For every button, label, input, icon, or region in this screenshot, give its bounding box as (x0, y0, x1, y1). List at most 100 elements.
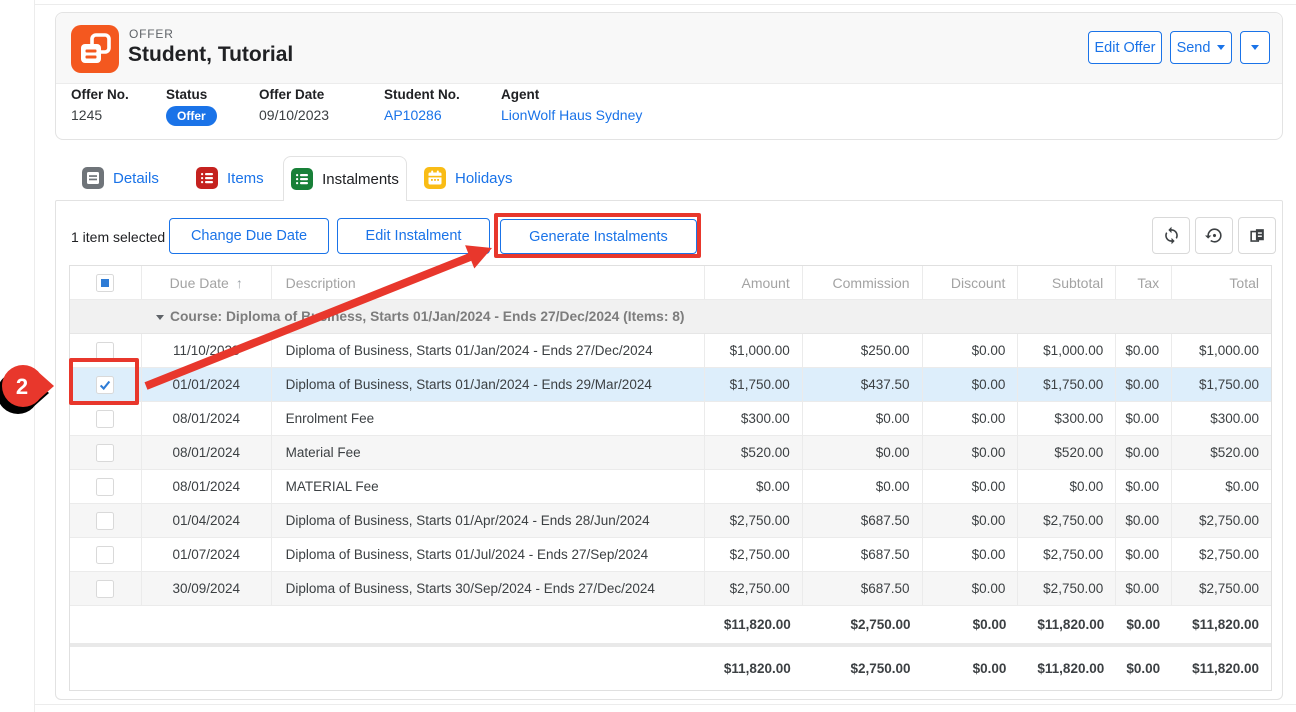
table-row[interactable]: 01/01/2024 Diploma of Business, Starts 0… (70, 368, 1271, 402)
agent-link[interactable]: LionWolf Haus Sydney (501, 107, 642, 123)
status-badge: Offer (166, 106, 217, 126)
instalments-panel: 1 item selected Change Due Date Edit Ins… (55, 200, 1283, 700)
sort-ascending-icon: ↑ (236, 275, 243, 291)
subtotal-cell: $0.00 (1018, 470, 1116, 504)
agent-field: Agent LionWolf Haus Sydney (501, 87, 642, 123)
annotation-step-number: 2 (16, 374, 28, 399)
course-group-row[interactable]: Course: Diploma of Business, Starts 01/J… (70, 300, 1271, 334)
history-icon (1205, 226, 1224, 245)
offer-date-label: Offer Date (259, 87, 329, 102)
list-icon (291, 168, 313, 190)
row-checkbox[interactable] (70, 436, 142, 470)
student-no-label: Student No. (384, 87, 460, 102)
total-cell: $1,750.00 (1172, 368, 1271, 402)
row-checkbox[interactable] (70, 334, 142, 368)
table-row[interactable]: 01/07/2024 Diploma of Business, Starts 0… (70, 538, 1271, 572)
list-icon (196, 167, 218, 189)
edit-instalment-button[interactable]: Edit Instalment (337, 218, 490, 254)
entity-label: OFFER (129, 27, 174, 41)
discount-cell: $0.00 (923, 402, 1019, 436)
due-date-cell: 01/01/2024 (142, 368, 272, 402)
table-row[interactable]: 08/01/2024 MATERIAL Fee $0.00 $0.00 $0.0… (70, 470, 1271, 504)
group-total-amount: $11,820.00 (705, 606, 803, 643)
subtotal-cell: $520.00 (1018, 436, 1116, 470)
due-date-cell: 01/07/2024 (142, 538, 272, 572)
group-total-tax: $0.00 (1116, 606, 1172, 643)
duplicate-view-button[interactable] (1238, 217, 1276, 254)
edit-instalment-label: Edit Instalment (366, 228, 462, 244)
page-title: Student, Tutorial (128, 43, 293, 67)
col-header-amount[interactable]: Amount (705, 266, 803, 300)
tab-items[interactable]: Items (196, 163, 264, 193)
tab-instalments[interactable]: Instalments (283, 156, 407, 201)
amount-cell: $1,000.00 (705, 334, 803, 368)
screen: OFFER Student, Tutorial Edit Offer Send … (0, 0, 1296, 712)
total-cell: $300.00 (1172, 402, 1271, 436)
discount-cell: $0.00 (923, 504, 1019, 538)
total-cell: $0.00 (1172, 470, 1271, 504)
table-row[interactable]: 01/04/2024 Diploma of Business, Starts 0… (70, 504, 1271, 538)
send-button[interactable]: Send (1170, 31, 1232, 64)
due-date-cell: 08/01/2024 (142, 402, 272, 436)
table-row[interactable]: 08/01/2024 Material Fee $520.00 $0.00 $0… (70, 436, 1271, 470)
more-actions-button[interactable] (1240, 31, 1270, 64)
history-button[interactable] (1195, 217, 1233, 254)
commission-cell: $250.00 (803, 334, 923, 368)
col-header-tax[interactable]: Tax (1116, 266, 1172, 300)
table-row[interactable]: 11/10/2023 Diploma of Business, Starts 0… (70, 334, 1271, 368)
table-row[interactable]: 08/01/2024 Enrolment Fee $300.00 $0.00 $… (70, 402, 1271, 436)
calendar-icon (424, 167, 446, 189)
tax-cell: $0.00 (1116, 436, 1172, 470)
row-checkbox[interactable] (70, 470, 142, 504)
row-checkbox[interactable] (70, 368, 142, 402)
due-date-cell: 30/09/2024 (142, 572, 272, 606)
subtotal-cell: $2,750.00 (1018, 504, 1116, 538)
student-no-link[interactable]: AP10286 (384, 107, 460, 123)
row-checkbox[interactable] (70, 572, 142, 606)
edit-offer-label: Edit Offer (1095, 40, 1156, 56)
description-cell: MATERIAL Fee (272, 470, 705, 504)
edit-offer-button[interactable]: Edit Offer (1088, 31, 1162, 64)
grand-total-discount: $0.00 (923, 647, 1019, 690)
due-date-cell: 11/10/2023 (142, 334, 272, 368)
due-date-cell: 08/01/2024 (142, 436, 272, 470)
group-total-total: $11,820.00 (1172, 606, 1271, 643)
student-no-field: Student No. AP10286 (384, 87, 460, 123)
bottom-divider (34, 704, 1296, 705)
tab-items-label: Items (227, 170, 264, 187)
row-checkbox[interactable] (70, 538, 142, 572)
tab-details[interactable]: Details (82, 163, 159, 193)
row-checkbox[interactable] (70, 402, 142, 436)
col-header-total[interactable]: Total (1172, 266, 1271, 300)
row-checkbox[interactable] (70, 504, 142, 538)
tab-holidays[interactable]: Holidays (424, 163, 513, 193)
amount-cell: $2,750.00 (705, 538, 803, 572)
chevron-down-icon (1251, 45, 1259, 50)
commission-cell: $437.50 (803, 368, 923, 402)
refresh-button[interactable] (1152, 217, 1190, 254)
offer-no-label: Offer No. (71, 87, 129, 102)
change-due-date-label: Change Due Date (191, 228, 307, 244)
offer-no-field: Offer No. 1245 (71, 87, 129, 123)
col-header-due-date[interactable]: Due Date↑ (142, 266, 272, 300)
col-header-subtotal[interactable]: Subtotal (1018, 266, 1116, 300)
group-total-subtotal: $11,820.00 (1018, 606, 1116, 643)
col-header-description[interactable]: Description (272, 266, 705, 300)
collapse-caret-icon[interactable] (156, 315, 164, 320)
amount-cell: $2,750.00 (705, 504, 803, 538)
table-row[interactable]: 30/09/2024 Diploma of Business, Starts 3… (70, 572, 1271, 606)
col-header-discount[interactable]: Discount (923, 266, 1019, 300)
generate-instalments-button[interactable]: Generate Instalments (500, 219, 697, 254)
annotation-step-pin: 2 (0, 365, 54, 414)
col-header-commission[interactable]: Commission (803, 266, 923, 300)
change-due-date-button[interactable]: Change Due Date (169, 218, 329, 254)
chevron-down-icon (1217, 45, 1225, 50)
due-date-cell: 08/01/2024 (142, 470, 272, 504)
agent-label: Agent (501, 87, 642, 102)
select-all-checkbox[interactable] (70, 266, 142, 300)
document-icon (82, 167, 104, 189)
description-cell: Diploma of Business, Starts 01/Jan/2024 … (272, 368, 705, 402)
commission-cell: $687.50 (803, 504, 923, 538)
grand-total-tax: $0.00 (1116, 647, 1172, 690)
offer-date-field: Offer Date 09/10/2023 (259, 87, 329, 123)
